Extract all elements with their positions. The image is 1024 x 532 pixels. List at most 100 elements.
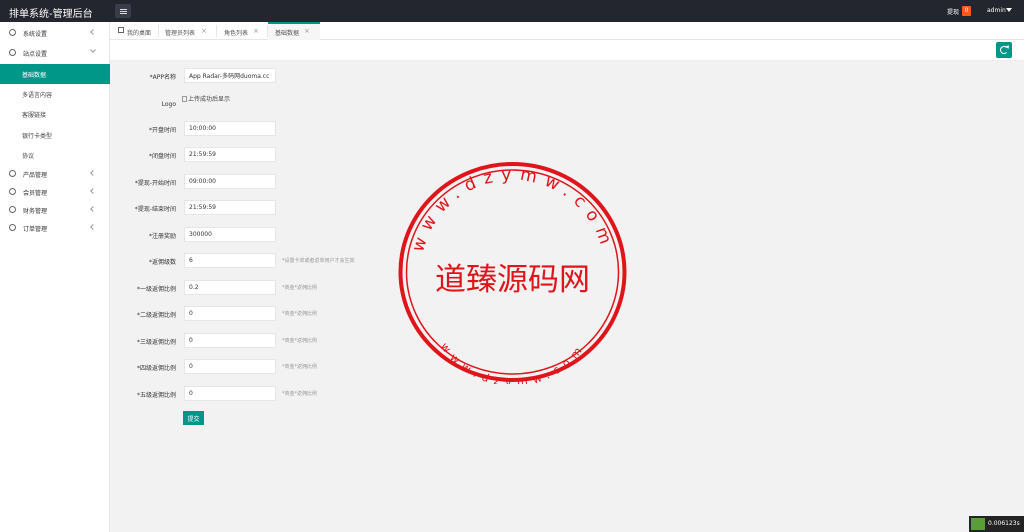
close-time-input[interactable] [184, 147, 276, 162]
chevron-left-icon [90, 188, 96, 194]
level1-input[interactable] [184, 280, 276, 295]
level4-input[interactable] [184, 359, 276, 374]
sidebar-subitem-agreement[interactable]: 协议 [0, 145, 110, 165]
timing-text: 0.006123s [988, 520, 1020, 527]
sidebar-item-system-settings[interactable]: 系统设置 [0, 24, 110, 42]
tab-admin-list[interactable]: 管理员列表 × [165, 22, 215, 40]
withdraw-link[interactable]: 提现 [947, 7, 959, 16]
level4-hint: *商金*返佣比例 [282, 364, 318, 370]
withdraw-start-label: *提现-开始时间 [134, 180, 176, 187]
app-name-input[interactable] [184, 68, 276, 83]
user-menu[interactable]: admin [987, 7, 1006, 14]
register-reward-label: *注册奖励 [148, 233, 176, 240]
form-row-logo: Logo [110, 96, 410, 112]
sidebar-item-site-settings[interactable]: 站点设置 [0, 44, 110, 62]
form-row-level4: *四级返佣比例 *商金*返佣比例 [110, 359, 410, 375]
close-icon[interactable]: × [253, 27, 259, 35]
caret-down-icon[interactable] [1006, 8, 1012, 12]
level3-input[interactable] [184, 333, 276, 348]
form-row-level5: *五级返佣比例 *商金*返佣比例 [110, 386, 410, 402]
sidebar-subitem-label: 多语言内容 [22, 92, 53, 99]
sidebar-item-orders[interactable]: 订单管理 [0, 219, 110, 237]
tab-label: 角色列表 [224, 30, 249, 37]
app-name-label: *APP名称 [149, 74, 176, 81]
close-icon[interactable]: × [201, 27, 207, 35]
stamp-title: 道臻源码网 [435, 262, 590, 298]
sidebar: 系统设置 站点设置 基础数据 多语言内容 客服链接 银行卡类型 协议 产品管理 … [0, 22, 110, 532]
level5-hint: *商金*返佣比例 [282, 391, 318, 397]
gear-icon [9, 29, 16, 36]
rebate-count-hint: *设置卡单或者返单用户才会生效 [282, 258, 355, 264]
logo-image-alt: 上传成功后显示 [188, 96, 231, 103]
cloud-icon [9, 49, 16, 56]
refresh-button[interactable] [996, 42, 1012, 58]
withdraw-end-input[interactable] [184, 200, 276, 215]
debug-logo-icon [971, 518, 985, 530]
sidebar-subitem-bank-card-types[interactable]: 银行卡类型 [0, 125, 110, 145]
tab-divider [158, 25, 159, 37]
menu-toggle-button[interactable] [115, 4, 131, 18]
tab-basic-data[interactable]: 基础数据 × [268, 22, 320, 40]
form-row-level2: *二级返佣比例 *商金*返佣比例 [110, 306, 410, 322]
form-row-register-reward: *注册奖励 [110, 227, 410, 243]
level2-hint: *商金*返佣比例 [282, 311, 318, 317]
timing-badge: 0.006123s [969, 516, 1024, 532]
sidebar-item-products[interactable]: 产品管理 [0, 165, 110, 183]
withdraw-start-input[interactable] [184, 174, 276, 189]
sidebar-item-label: 系统设置 [23, 31, 48, 38]
logo-label: Logo [161, 101, 176, 108]
sidebar-subitem-label: 协议 [22, 153, 35, 160]
watermark-stamp: www.dzymw.com 道臻源码网 www.dzymw.com [398, 162, 627, 384]
submit-button[interactable]: 提交 [183, 411, 204, 425]
level3-hint: *商金*返佣比例 [282, 338, 318, 344]
app-title: 排单系统-管理后台 [9, 9, 93, 20]
chevron-left-icon [90, 206, 96, 212]
sidebar-item-label: 会员管理 [23, 190, 48, 197]
sidebar-subitem-label: 客服链接 [22, 112, 47, 119]
form-row-level3: *三级返佣比例 *商金*返佣比例 [110, 333, 410, 349]
level5-label: *五级返佣比例 [136, 392, 176, 399]
content-toolbar [110, 40, 1024, 61]
top-header: 排单系统-管理后台 提现 0 admin [0, 0, 1024, 22]
chevron-left-icon [90, 170, 96, 176]
logo-image[interactable]: 上传成功后显示 [182, 94, 230, 103]
tab-divider [216, 25, 217, 37]
chevron-left-icon [90, 224, 96, 230]
register-reward-input[interactable] [184, 227, 276, 242]
rebate-count-label: *返佣级数 [148, 259, 176, 266]
sidebar-item-label: 产品管理 [23, 172, 48, 179]
order-icon [9, 224, 16, 231]
hamburger-icon [119, 8, 127, 14]
close-icon[interactable]: × [304, 27, 310, 35]
level2-input[interactable] [184, 306, 276, 321]
user-icon [9, 188, 16, 195]
sidebar-item-label: 订单管理 [23, 226, 48, 233]
tab-bar: 我的桌面 管理员列表 × 角色列表 × 基础数据 × [110, 22, 1024, 40]
chevron-down-icon [90, 47, 96, 53]
open-time-label: *开盘时间 [148, 127, 176, 134]
sidebar-subitem-languages[interactable]: 多语言内容 [0, 84, 110, 104]
tab-label: 我的桌面 [127, 30, 152, 37]
form-row-level1: *一级返佣比例 *商金*返佣比例 [110, 280, 410, 296]
tab-role-list[interactable]: 角色列表 × [224, 22, 264, 40]
form-row-close-time: *闭盘时间 [110, 147, 410, 163]
close-time-label: *闭盘时间 [148, 153, 176, 160]
form-row-withdraw-end: *提现-结束时间 [110, 200, 410, 216]
sidebar-subitem-basic-data[interactable]: 基础数据 [0, 64, 110, 84]
tab-label: 管理员列表 [165, 30, 196, 37]
withdraw-count-badge: 0 [962, 6, 971, 16]
level5-input[interactable] [184, 386, 276, 401]
open-time-input[interactable] [184, 121, 276, 136]
withdraw-end-label: *提现-结束时间 [134, 206, 176, 213]
form-row-withdraw-start: *提现-开始时间 [110, 174, 410, 190]
level3-label: *三级返佣比例 [136, 339, 176, 346]
home-icon [118, 27, 124, 33]
rebate-count-input[interactable] [184, 253, 276, 268]
sidebar-item-finance[interactable]: 财务管理 [0, 201, 110, 219]
stamp-bottom-url: www.dzymw.com [438, 340, 589, 384]
level1-label: *一级返佣比例 [136, 286, 176, 293]
sidebar-item-members[interactable]: 会员管理 [0, 183, 110, 201]
broken-image-icon [182, 96, 187, 102]
sidebar-subitem-service-links[interactable]: 客服链接 [0, 104, 110, 124]
sidebar-item-label: 站点设置 [23, 51, 48, 58]
